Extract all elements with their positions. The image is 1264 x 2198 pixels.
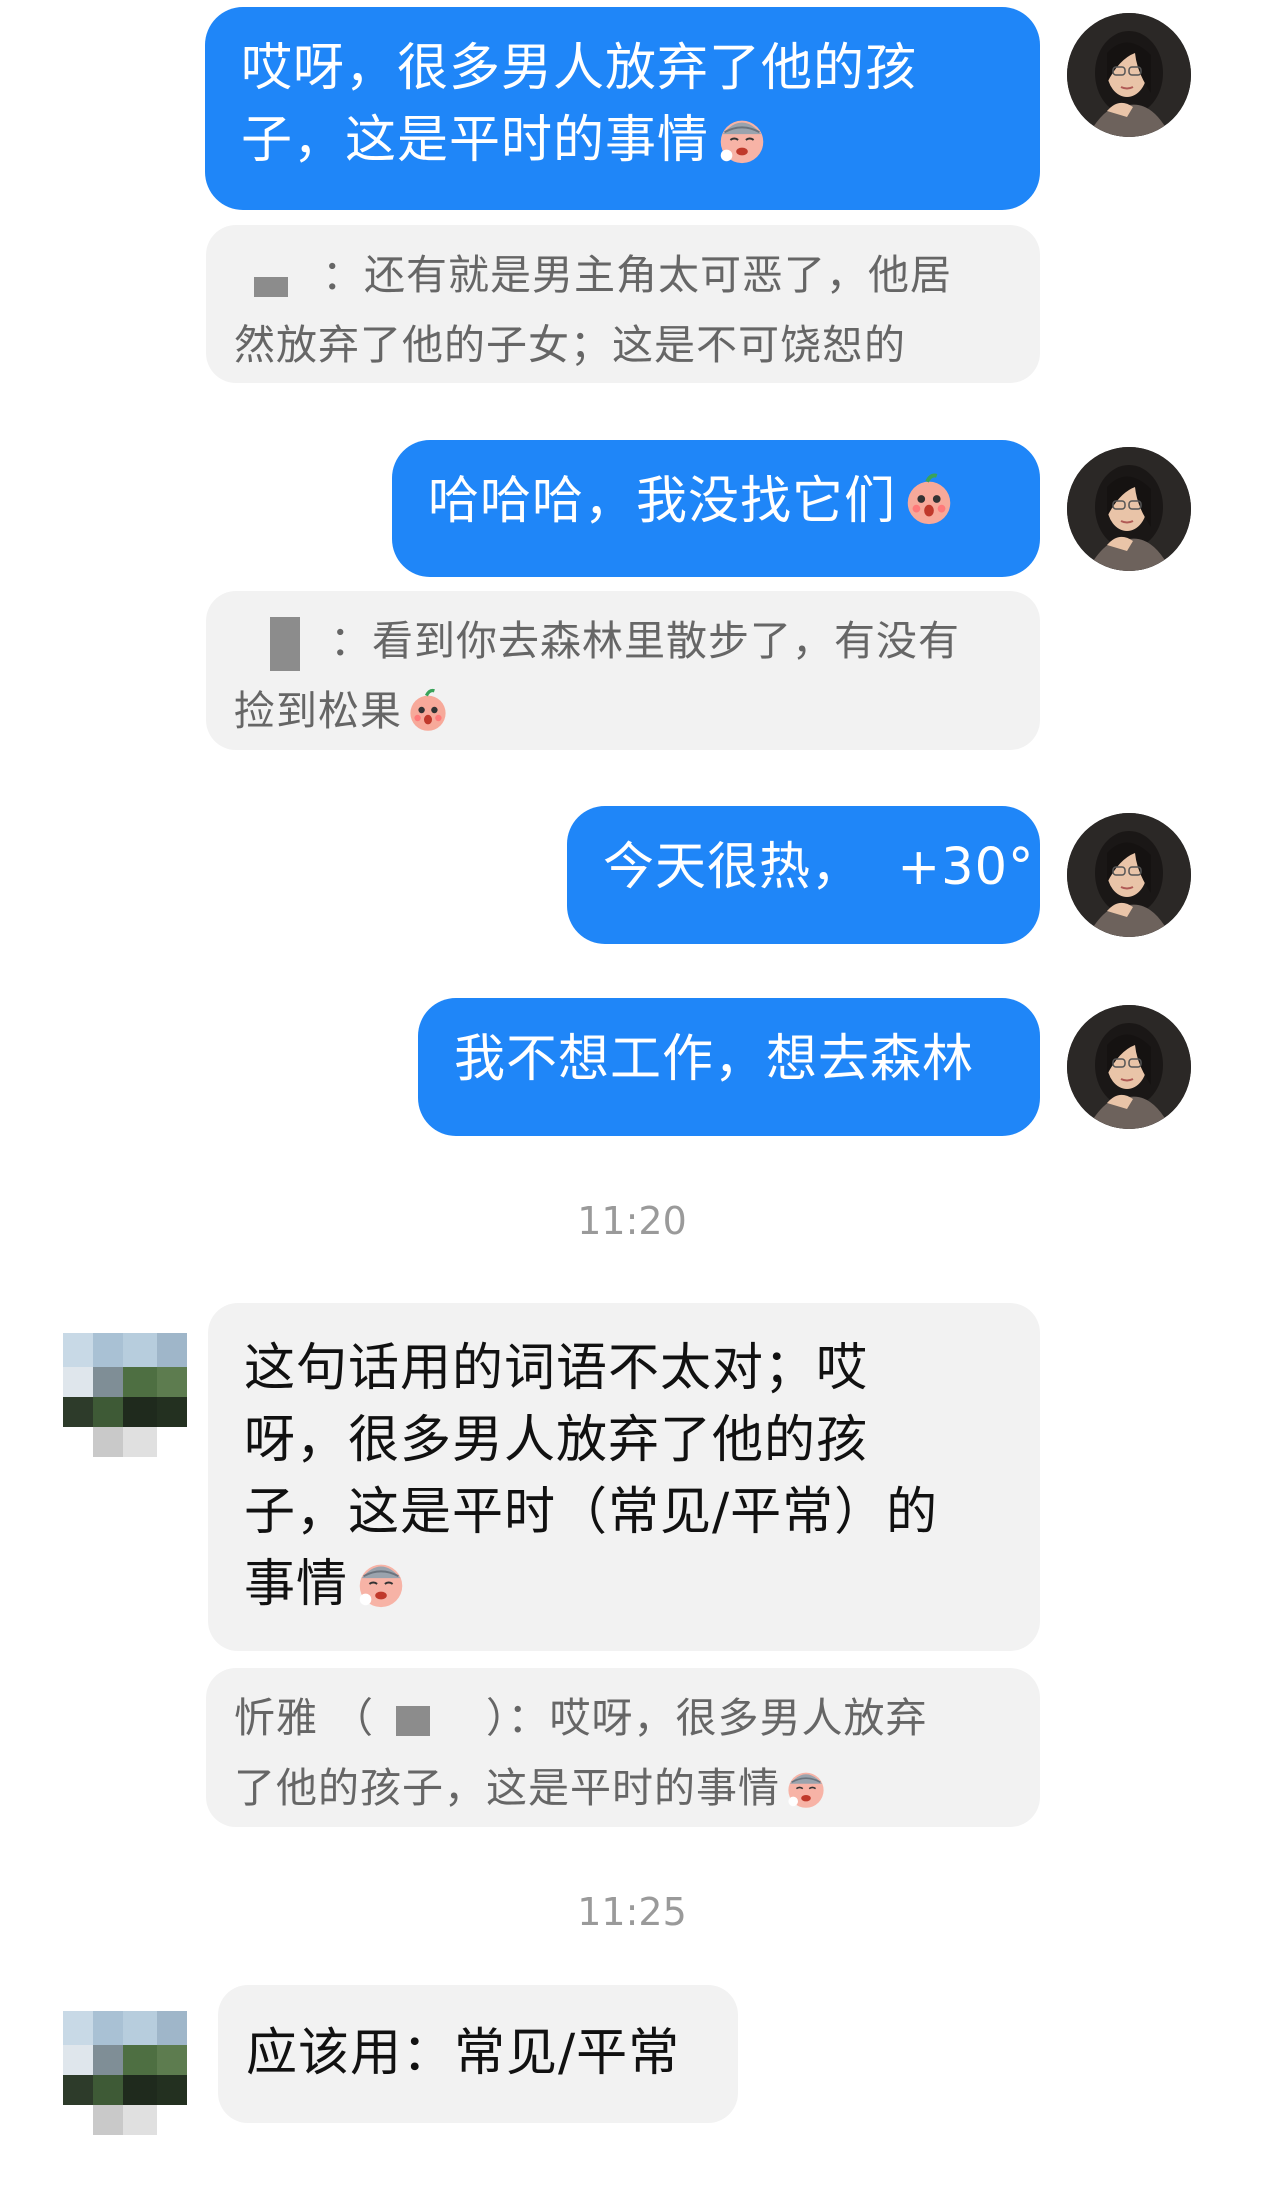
my-avatar[interactable] xyxy=(1067,13,1191,137)
timestamp: 11:25 xyxy=(577,1890,687,1934)
message-text-segment: 哈哈哈，我没找它们 xyxy=(428,472,897,531)
quoted-message[interactable]: ：看到你去森林里散步了，有没有 捡到松果 xyxy=(206,591,1040,750)
quote-author: 忻雅 xyxy=(234,1694,318,1742)
message-text-line: 事情 xyxy=(244,1549,1004,1621)
redacted-name xyxy=(396,1706,431,1736)
my-avatar-image xyxy=(1067,813,1191,937)
message-text-line: 子，这是平时（常见/平常）的 xyxy=(244,1483,939,1542)
quote-paren-open: （ xyxy=(332,1694,375,1742)
message-text-line: 子，这是平时的事情 xyxy=(241,105,1004,177)
incoming-message[interactable]: 应该用：常见/平常 xyxy=(218,1985,738,2123)
my-avatar-image xyxy=(1067,13,1191,137)
contact-avatar[interactable] xyxy=(63,2011,187,2135)
quote-line: ：看到你去森林里散步了，有没有 xyxy=(234,606,1012,676)
quote-text: 看到你去森林里散步了，有没有 xyxy=(372,617,960,665)
message-text-line: 哈哈哈，我没找它们 xyxy=(428,466,1004,538)
sick-face-emoji-icon xyxy=(787,1771,825,1809)
my-avatar-image xyxy=(1067,447,1191,571)
quote-text: 了他的孩子，这是平时的事情 xyxy=(234,1764,780,1812)
message-text-line: 我不想工作，想去森林 xyxy=(454,1030,975,1089)
quote-text: 捡到松果 xyxy=(234,687,402,735)
quote-line: 忻雅 （ ）：哎呀，很多男人放弃 xyxy=(234,1683,1012,1753)
shy-face-emoji-icon xyxy=(905,473,953,527)
quoted-message[interactable]: ：还有就是男主角太可恶了，他居 然放弃了他的子女；这是不可饶恕的 xyxy=(206,225,1040,383)
my-avatar[interactable] xyxy=(1067,1005,1191,1129)
message-text-segment: 事情 xyxy=(244,1555,349,1614)
timestamp: 11:20 xyxy=(577,1199,687,1243)
quote-line: 然放弃了他的子女；这是不可饶恕的 xyxy=(234,321,906,369)
shy-face-emoji-icon xyxy=(408,688,448,733)
contact-avatar[interactable] xyxy=(63,1333,187,1457)
quote-line: ：还有就是男主角太可恶了，他居 xyxy=(234,240,1012,310)
redacted-name xyxy=(254,277,288,297)
message-text-line: 应该用：常见/平常 xyxy=(246,2024,681,2083)
quote-text: 还有就是男主角太可恶了，他居 xyxy=(364,251,952,299)
message-text-line: 呀，很多男人放弃了他的孩 xyxy=(244,1411,869,1470)
outgoing-message[interactable]: 哎呀，很多男人放弃了他的孩 子，这是平时的事情 xyxy=(205,7,1040,210)
quote-text: 哎呀，很多男人放弃 xyxy=(549,1694,928,1742)
outgoing-message[interactable]: 我不想工作，想去森林 xyxy=(418,998,1040,1136)
quote-line: 捡到松果 xyxy=(234,676,1012,746)
quote-separator: ： xyxy=(330,617,372,665)
message-text-segment: 子，这是平时的事情 xyxy=(241,111,710,170)
quote-separator: ： xyxy=(322,251,364,299)
message-text-line: 这句话用的词语不太对；哎 xyxy=(244,1339,869,1398)
incoming-message[interactable]: 这句话用的词语不太对；哎 呀，很多男人放弃了他的孩 子，这是平时（常见/平常）的… xyxy=(208,1303,1040,1651)
redacted-name xyxy=(270,617,300,671)
sick-face-emoji-icon xyxy=(358,1563,404,1609)
quote-separator: ： xyxy=(507,1694,550,1742)
my-avatar[interactable] xyxy=(1067,447,1191,571)
quote-paren-close: ） xyxy=(486,1694,508,1742)
quoted-message[interactable]: 忻雅 （ ）：哎呀，很多男人放弃 了他的孩子，这是平时的事情 xyxy=(206,1668,1040,1827)
message-text-line: 哎呀，很多男人放弃了他的孩 xyxy=(241,39,918,98)
sick-face-emoji-icon xyxy=(719,119,765,165)
outgoing-message[interactable]: 哈哈哈，我没找它们 xyxy=(392,440,1040,577)
my-avatar-image xyxy=(1067,1005,1191,1129)
quote-line: 了他的孩子，这是平时的事情 xyxy=(234,1753,1012,1823)
message-text-line: 今天很热， +30° xyxy=(603,838,1035,897)
outgoing-message[interactable]: 今天很热， +30° xyxy=(567,806,1040,944)
my-avatar[interactable] xyxy=(1067,813,1191,937)
